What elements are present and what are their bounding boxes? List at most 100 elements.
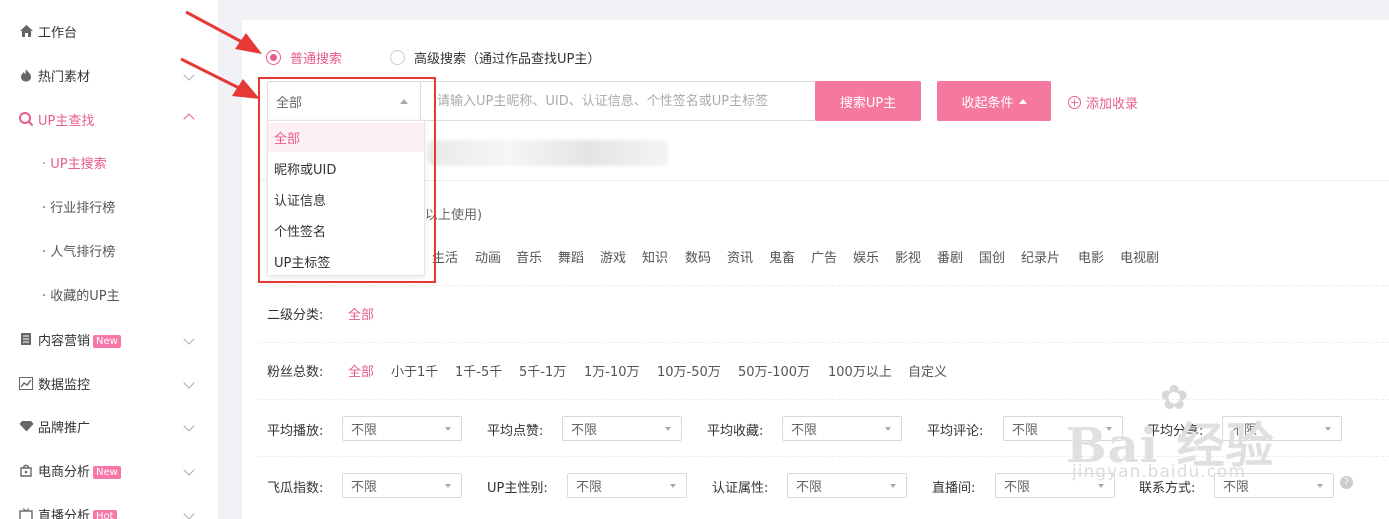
sidebar-item-label: 电商分析 (38, 464, 91, 480)
fans-label: 粉丝总数: (267, 365, 324, 380)
search-icon (18, 111, 34, 127)
avg-play-select[interactable]: 不限 (342, 416, 462, 441)
sidebar-subitem-label: · 人气排行榜 (42, 244, 116, 260)
chevron-down-icon (183, 508, 195, 519)
filter-value: 不限 (1004, 480, 1031, 495)
category-option[interactable]: 动画 (475, 247, 501, 266)
sidebar-subitem-industry-rank[interactable]: · 行业排行榜 (0, 192, 218, 220)
category-option[interactable]: 娱乐 (853, 247, 879, 266)
category-option[interactable]: 音乐 (516, 247, 542, 266)
fire-icon (18, 67, 34, 83)
annotation-arrow-icon (180, 57, 260, 99)
secondary-category-all[interactable]: 全部 (348, 304, 374, 323)
filter-label: 直播间: (932, 481, 976, 496)
category-option[interactable]: 数码 (685, 247, 711, 266)
category-option[interactable]: 舞蹈 (558, 247, 584, 266)
feigua-index-select[interactable]: 不限 (342, 473, 462, 498)
filter-label: UP主性别: (487, 481, 548, 496)
sidebar-item-data-monitor[interactable]: 数据监控 (0, 368, 218, 398)
divider (258, 285, 1389, 286)
sidebar-item-content-marketing[interactable]: 内容营销 New (0, 324, 218, 354)
filter-label: 平均播放: (267, 424, 324, 439)
filter-label: 认证属性: (712, 481, 769, 496)
fans-option[interactable]: 1千-5千 (455, 361, 502, 380)
category-option[interactable]: 番剧 (937, 247, 963, 266)
chart-icon (18, 375, 34, 391)
caret-up-icon (1018, 98, 1027, 104)
add-collection-link[interactable]: + 添加收录 (1068, 93, 1138, 112)
secondary-category-label: 二级分类: (267, 308, 324, 323)
category-option[interactable]: 国创 (979, 247, 1005, 266)
sidebar-item-label: 数据监控 (38, 377, 91, 393)
category-option[interactable]: 纪录片 (1021, 247, 1060, 266)
filter-value: 不限 (351, 480, 378, 495)
new-badge: New (93, 465, 121, 479)
filter-value: 不限 (796, 480, 823, 495)
sidebar-subitem-label: · 行业排行榜 (42, 200, 116, 216)
caret-down-icon (445, 484, 451, 488)
sidebar-item-label: UP主查找 (38, 113, 95, 129)
fans-option[interactable]: 10万-50万 (657, 361, 721, 380)
fans-option[interactable]: 50万-100万 (738, 361, 810, 380)
chevron-down-icon (183, 464, 195, 476)
sidebar-subitem-up-search[interactable]: · UP主搜索 (0, 148, 218, 176)
category-option[interactable]: 资讯 (727, 247, 753, 266)
category-option[interactable]: 电视剧 (1120, 247, 1159, 266)
diamond-icon (18, 418, 34, 434)
radio-label: 高级搜索（通过作品查找UP主） (414, 52, 601, 67)
certification-select[interactable]: 不限 (787, 473, 907, 498)
sidebar-item-live-analysis[interactable]: 直播分析 Hot (0, 499, 218, 519)
sidebar-subitem-favorites[interactable]: · 收藏的UP主 (0, 280, 218, 308)
sidebar-subitem-label: · UP主搜索 (42, 156, 107, 172)
search-input[interactable] (421, 81, 816, 121)
caret-down-icon (445, 427, 451, 431)
radio-advanced-search[interactable]: 高级搜索（通过作品查找UP主） (390, 48, 600, 67)
caret-down-icon (665, 427, 671, 431)
radio-unchecked-icon (390, 50, 405, 65)
filter-label: 平均收藏: (707, 424, 764, 439)
fans-option[interactable]: 全部 (348, 361, 374, 380)
avg-favorite-select[interactable]: 不限 (782, 416, 902, 441)
fans-option[interactable]: 小于1千 (391, 361, 438, 380)
sidebar-item-up-finder[interactable]: UP主查找 (0, 104, 218, 134)
fans-option[interactable]: 100万以上 (828, 361, 892, 380)
filter-label: 飞瓜指数: (267, 481, 324, 496)
category-option[interactable]: 鬼畜 (769, 247, 795, 266)
tv-icon (18, 506, 34, 519)
category-option[interactable]: 知识 (642, 247, 668, 266)
search-up-button[interactable]: 搜索UP主 (815, 81, 921, 121)
chevron-down-icon (183, 333, 195, 345)
sidebar-subitem-label: · 收藏的UP主 (42, 288, 120, 304)
fans-option[interactable]: 5千-1万 (519, 361, 566, 380)
collapse-button-label: 收起条件 (961, 95, 1014, 111)
filter-value: 不限 (351, 423, 378, 438)
sidebar-item-label: 品牌推广 (38, 420, 91, 436)
category-option[interactable]: 影视 (895, 247, 921, 266)
annotation-highlight-box (258, 77, 436, 283)
radio-normal-search[interactable]: 普通搜索 (266, 48, 342, 67)
baidu-jingyan-watermark: ✿ Bai 经验 jingyan.baidu.com (1060, 378, 1380, 488)
collapse-conditions-button[interactable]: 收起条件 (937, 81, 1051, 121)
category-option[interactable]: 电影 (1078, 247, 1104, 266)
caret-down-icon (890, 484, 896, 488)
sidebar-item-label: 热门素材 (38, 69, 91, 85)
chevron-down-icon (183, 377, 195, 389)
filter-label: 平均点赞: (487, 424, 544, 439)
shop-icon (18, 462, 34, 478)
chevron-up-icon (183, 113, 195, 125)
document-icon (18, 331, 34, 347)
filter-value: 不限 (576, 480, 603, 495)
sidebar-item-label: 直播分析 (38, 508, 91, 519)
avg-like-select[interactable]: 不限 (562, 416, 682, 441)
caret-down-icon (885, 427, 891, 431)
fans-option[interactable]: 自定义 (908, 361, 947, 380)
up-gender-select[interactable]: 不限 (567, 473, 687, 498)
filter-value: 不限 (1012, 423, 1039, 438)
filter-value: 不限 (571, 423, 598, 438)
category-option[interactable]: 游戏 (600, 247, 626, 266)
sidebar-item-ecommerce[interactable]: 电商分析 New (0, 455, 218, 485)
sidebar-item-brand-promotion[interactable]: 品牌推广 (0, 411, 218, 441)
category-option[interactable]: 广告 (811, 247, 837, 266)
fans-option[interactable]: 1万-10万 (584, 361, 640, 380)
sidebar-subitem-popularity-rank[interactable]: · 人气排行榜 (0, 236, 218, 264)
